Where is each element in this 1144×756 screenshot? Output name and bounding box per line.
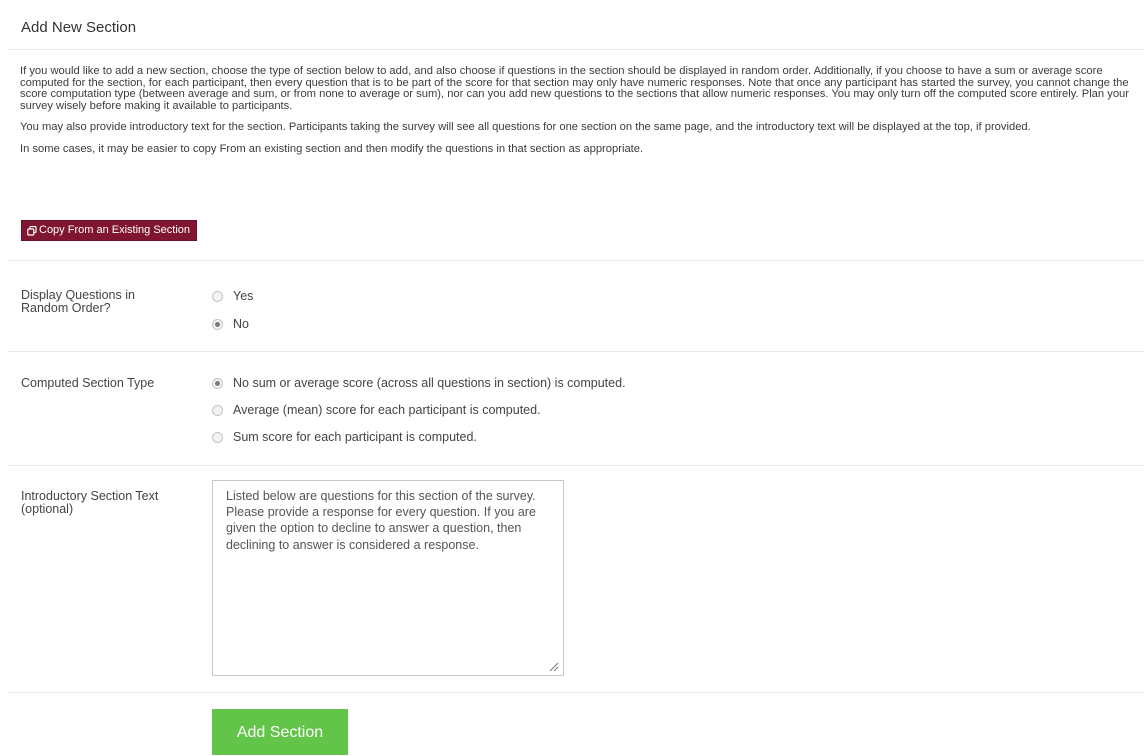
intro-text-label: Introductory Section Text (optional) xyxy=(21,489,159,516)
copy-existing-section-label: Copy From an Existing Section xyxy=(39,224,191,236)
add-section-button[interactable]: Add Section xyxy=(212,709,348,755)
page-title: Add New Section xyxy=(21,19,137,36)
radio-button[interactable] xyxy=(212,377,223,389)
instructions: If you would like to add a new section, … xyxy=(20,65,1132,162)
option-label: Average (mean) score for each participan… xyxy=(233,403,541,417)
section-type-none-option[interactable]: No sum or average score (across all ques… xyxy=(212,376,626,390)
option-label: Sum score for each participant is comput… xyxy=(233,430,477,444)
divider xyxy=(8,351,1144,352)
divider xyxy=(8,692,1144,693)
copy-icon xyxy=(27,225,37,236)
instructions-paragraph: You may also provide introductory text f… xyxy=(20,121,1031,134)
radio-button[interactable] xyxy=(212,290,223,302)
option-label: No xyxy=(233,317,249,331)
section-type-sum-option[interactable]: Sum score for each participant is comput… xyxy=(212,430,477,444)
intro-text-textarea[interactable]: Listed below are questions for this sect… xyxy=(212,480,564,676)
divider xyxy=(8,465,1144,466)
section-type-average-option[interactable]: Average (mean) score for each participan… xyxy=(212,403,541,417)
copy-existing-section-button[interactable]: Copy From an Existing Section xyxy=(21,220,198,241)
random-order-label: Display Questions in Random Order? xyxy=(21,288,135,315)
random-order-yes-option[interactable]: Yes xyxy=(212,289,253,303)
option-label: No sum or average score (across all ques… xyxy=(233,376,626,390)
random-order-no-option[interactable]: No xyxy=(212,317,249,331)
divider xyxy=(8,260,1144,261)
add-section-page: Add New Section If you would like to add… xyxy=(0,0,1144,755)
radio-button[interactable] xyxy=(212,318,223,330)
radio-button[interactable] xyxy=(212,431,223,443)
divider xyxy=(8,49,1144,50)
radio-button[interactable] xyxy=(212,404,223,416)
instructions-paragraph: If you would like to add a new section, … xyxy=(20,65,1130,112)
resize-handle-icon[interactable] xyxy=(549,662,559,672)
instructions-paragraph: In some cases, it may be easier to copy … xyxy=(20,142,644,155)
option-label: Yes xyxy=(233,289,254,303)
computed-section-type-label: Computed Section Type xyxy=(21,376,155,390)
